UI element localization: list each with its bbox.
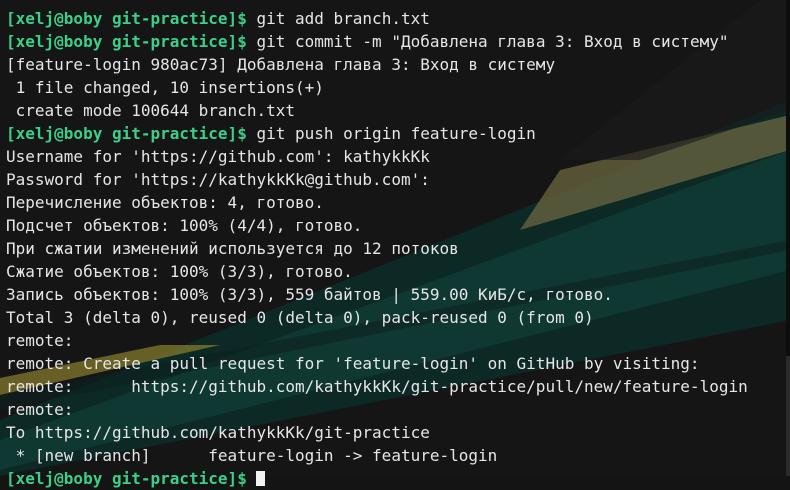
command-input[interactable] [247, 469, 257, 488]
output-text: Username for 'https://github.com': kathy… [6, 147, 430, 166]
terminal-line: [feature-login 980ac73] Добавлена глава … [6, 53, 790, 76]
terminal-line: remote: https://github.com/kathykkKk/git… [6, 375, 790, 398]
output-text: Подсчет объектов: 100% (4/4), готово. [6, 216, 363, 235]
output-text: remote: https://github.com/kathykkKk/git… [6, 377, 748, 396]
command-text: git push origin feature-login [246, 124, 536, 143]
output-text: * [new branch] feature-login -> feature-… [6, 446, 498, 465]
terminal-output[interactable]: [xelj@boby git-practice]$ git add branch… [0, 0, 790, 488]
output-text: remote: Create a pull request for 'featu… [6, 354, 700, 373]
output-text: При сжатии изменений используется до 12 … [6, 239, 459, 258]
output-text: [feature-login 980ac73] Добавлена глава … [6, 55, 556, 74]
command-text: git add branch.txt [246, 9, 430, 28]
shell-prompt: [xelj@boby git-practice]$ [6, 9, 247, 28]
shell-prompt: [xelj@boby git-practice]$ [6, 469, 247, 488]
terminal-line: Запись объектов: 100% (3/3), 559 байтов … [6, 283, 790, 306]
terminal-line: Перечисление объектов: 4, готово. [6, 191, 790, 214]
terminal-line: [xelj@boby git-practice]$ git commit -m … [6, 30, 790, 53]
output-text: remote: [6, 400, 74, 419]
terminal-line: remote: Create a pull request for 'featu… [6, 352, 790, 375]
terminal-line[interactable]: [xelj@boby git-practice]$ [6, 467, 790, 490]
output-text: Password for 'https://kathykkKk@github.c… [6, 170, 430, 189]
command-text: git commit -m "Добавлена глава 3: Вход в… [246, 32, 729, 51]
terminal-line: 1 file changed, 10 insertions(+) [6, 76, 790, 99]
shell-prompt: [xelj@boby git-practice]$ [6, 32, 247, 51]
terminal-line: Password for 'https://kathykkKk@github.c… [6, 168, 790, 191]
terminal-line: [xelj@boby git-practice]$ git add branch… [6, 7, 790, 30]
output-text: Total 3 (delta 0), reused 0 (delta 0), p… [6, 308, 594, 327]
output-text: create mode 100644 branch.txt [6, 101, 295, 120]
scrollbar-thumb[interactable] [786, 356, 790, 476]
shell-prompt: [xelj@boby git-practice]$ [6, 124, 247, 143]
terminal-line: [xelj@boby git-practice]$ git push origi… [6, 122, 790, 145]
output-text: Сжатие объектов: 100% (3/3), готово. [6, 262, 353, 281]
terminal-line: Подсчет объектов: 100% (4/4), готово. [6, 214, 790, 237]
terminal-line: To https://github.com/kathykkKk/git-prac… [6, 421, 790, 444]
output-text: Запись объектов: 100% (3/3), 559 байтов … [6, 285, 613, 304]
output-text: To https://github.com/kathykkKk/git-prac… [6, 423, 430, 442]
terminal-line: remote: [6, 398, 790, 421]
terminal-line: Total 3 (delta 0), reused 0 (delta 0), p… [6, 306, 790, 329]
terminal-line: remote: [6, 329, 790, 352]
text-cursor [256, 471, 266, 486]
terminal-line: Username for 'https://github.com': kathy… [6, 145, 790, 168]
output-text: remote: [6, 331, 74, 350]
terminal-line: create mode 100644 branch.txt [6, 99, 790, 122]
output-text: 1 file changed, 10 insertions(+) [6, 78, 324, 97]
output-text: Перечисление объектов: 4, готово. [6, 193, 324, 212]
terminal-line: * [new branch] feature-login -> feature-… [6, 444, 790, 467]
terminal-line: При сжатии изменений используется до 12 … [6, 237, 790, 260]
vertical-scrollbar[interactable] [786, 0, 790, 476]
terminal-line: Сжатие объектов: 100% (3/3), готово. [6, 260, 790, 283]
